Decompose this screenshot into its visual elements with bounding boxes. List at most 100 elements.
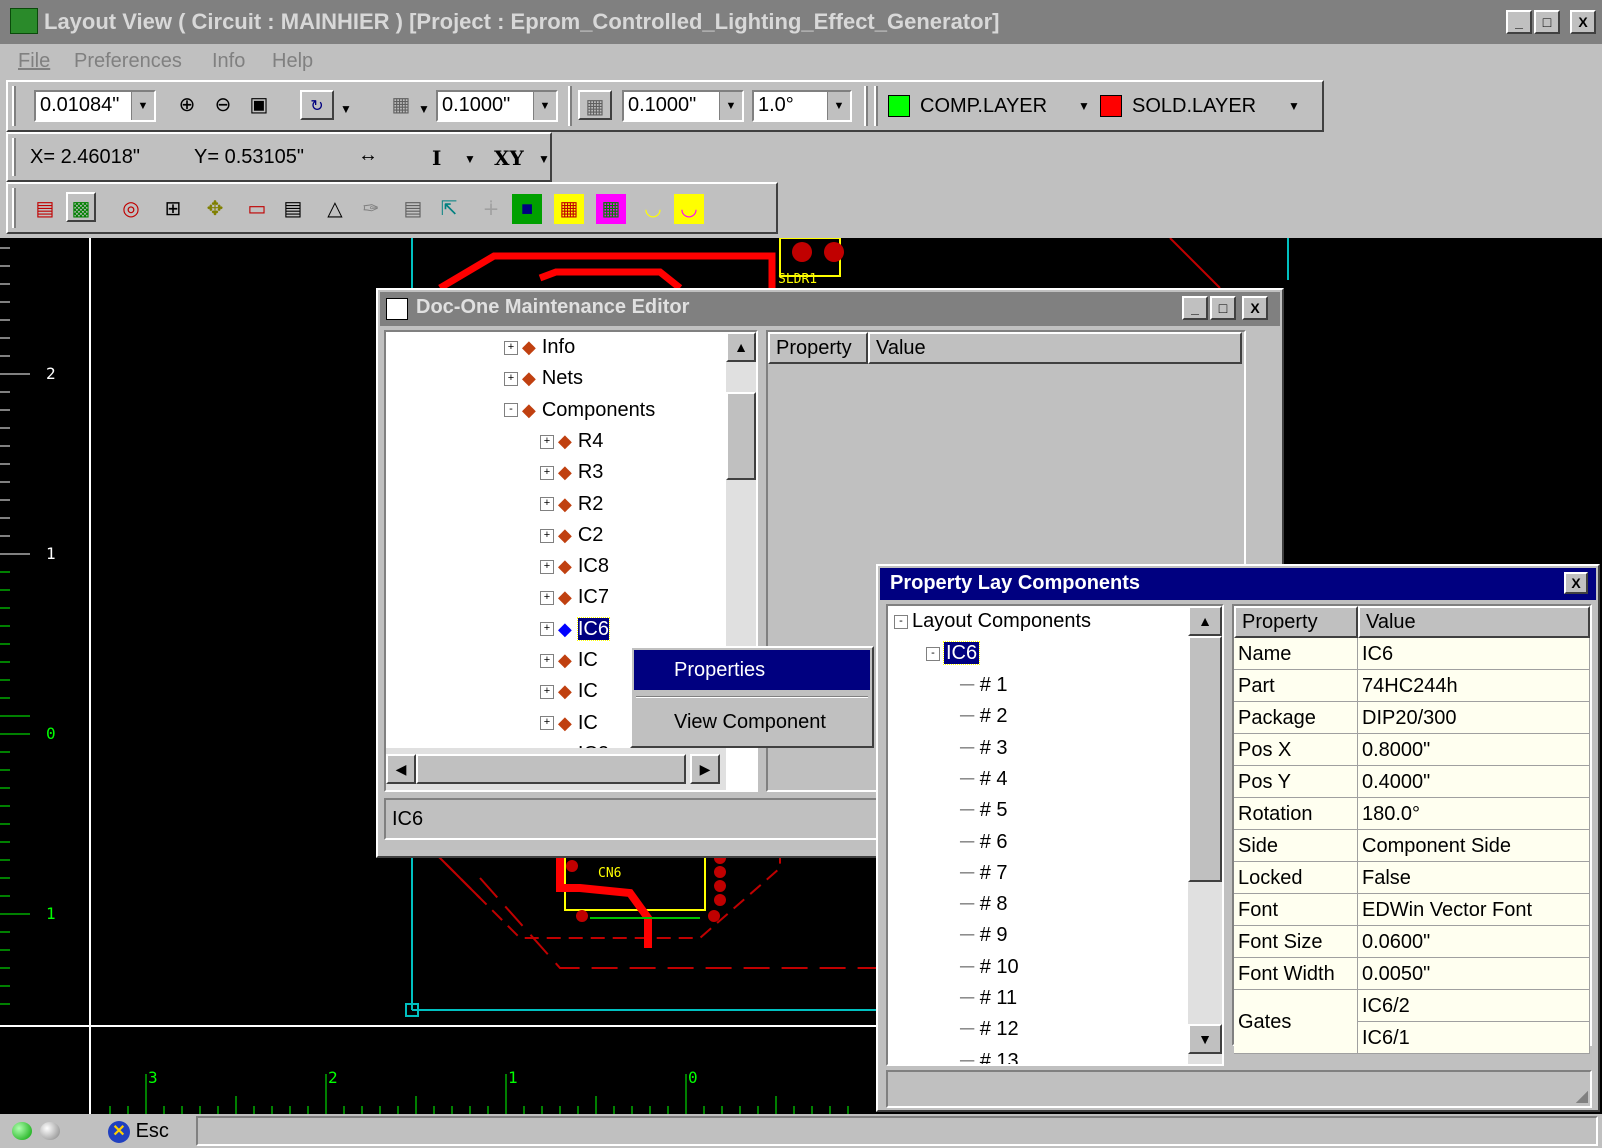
tree-item[interactable]: - ◆ Components — [504, 395, 655, 426]
angle-combo[interactable]: 1.0° ▼ — [752, 90, 852, 122]
grid-combo[interactable]: 0.1000" ▼ — [436, 90, 558, 122]
ratsnest-icon[interactable]: ∔ — [476, 194, 506, 224]
toolbar-grip[interactable] — [12, 188, 16, 228]
zoom-combo[interactable]: 0.01084" ▼ — [34, 90, 156, 122]
tree-item[interactable]: + ◆ IC — [540, 645, 598, 676]
property-value-cell[interactable]: 0.8000" — [1358, 734, 1590, 766]
layout-components-tree[interactable]: - Layout Components - IC6 ─ # 1 ─ # 2 ─ # 3 ─… — [886, 604, 1224, 1066]
toolbar-grip[interactable] — [12, 138, 16, 176]
scroll-thumb[interactable] — [1188, 636, 1222, 882]
grid-header-value[interactable]: Value — [868, 332, 1242, 364]
chevron-down-icon[interactable]: ▼ — [719, 92, 742, 120]
property-value-cell[interactable]: IC6 — [1358, 638, 1590, 670]
tree-hscrollbar[interactable]: ◀ ▶ — [386, 748, 726, 790]
snap-combo[interactable]: 0.1000" ▼ — [622, 90, 744, 122]
tree-item[interactable]: + ◆ R4 — [540, 426, 603, 457]
tree-item[interactable]: + ◆ IC — [540, 676, 598, 707]
component-place-icon[interactable]: ▩ — [66, 192, 96, 222]
scroll-up-arrow[interactable]: ▲ — [726, 332, 756, 362]
zoom-in-icon[interactable]: ⊕ — [172, 90, 202, 120]
tree-item[interactable]: + ◆ Info — [504, 332, 575, 363]
grid-header-property[interactable]: Property — [768, 332, 868, 364]
expand-icon[interactable]: + — [540, 465, 554, 480]
tree-vscrollbar[interactable]: ▲ ▼ — [1188, 606, 1222, 1064]
expand-icon[interactable]: + — [504, 372, 518, 387]
text-icon[interactable]: ▤ — [278, 194, 308, 224]
pin-item[interactable]: ─ # 4 — [960, 764, 1008, 795]
pin-item[interactable]: ─ # 10 — [960, 952, 1019, 983]
check-icon[interactable]: ▤ — [398, 194, 428, 224]
grid-icon[interactable]: ▦ — [386, 90, 416, 120]
property-value-cell[interactable]: False — [1358, 862, 1590, 894]
collapse-icon[interactable]: - — [926, 646, 940, 661]
tree-ic6-row[interactable]: - IC6 — [926, 638, 981, 669]
mirror-icon[interactable]: △ — [320, 194, 350, 224]
pin-item[interactable]: ─ # 8 — [960, 889, 1008, 920]
pin-item[interactable]: ─ # 7 — [960, 858, 1008, 889]
menu-file[interactable]: File — [18, 50, 50, 73]
scroll-down-arrow[interactable]: ▼ — [1188, 1024, 1222, 1054]
close-button[interactable]: X — [1242, 296, 1268, 320]
tree-root-row[interactable]: - Layout Components — [894, 606, 1091, 637]
chevron-down-icon[interactable]: ▼ — [538, 152, 550, 166]
pin-item[interactable]: ─ # 9 — [960, 920, 1008, 951]
snap-grid-icon[interactable]: ▦ — [578, 90, 612, 120]
tree-item[interactable]: + ◆ R3 — [540, 457, 603, 488]
scroll-left-arrow[interactable]: ◀ — [386, 754, 416, 784]
expand-icon[interactable]: + — [540, 653, 554, 668]
chevron-down-icon[interactable]: ▼ — [827, 92, 850, 120]
area-comp-icon[interactable]: ▦ — [554, 194, 584, 224]
tree-item[interactable]: + ◆ C2 — [540, 520, 603, 551]
maximize-button[interactable]: □ — [1210, 296, 1236, 320]
property-value-cell[interactable]: 74HC244h — [1358, 670, 1590, 702]
pin-item[interactable]: ─ # 3 — [960, 733, 1008, 764]
tree-item[interactable]: + ◆ IC — [540, 708, 598, 739]
curve-icon[interactable]: ◡ — [674, 194, 704, 224]
property-grid[interactable]: Property Value Name IC6 Part 74HC244h Packag… — [1232, 604, 1592, 1054]
zoom-window-icon[interactable]: ▣ — [244, 90, 274, 120]
expand-icon[interactable]: + — [540, 622, 554, 637]
via-icon[interactable]: ⊞ — [158, 194, 188, 224]
tree-item[interactable]: + ◆ Nets — [504, 363, 583, 394]
expand-icon[interactable]: + — [540, 528, 554, 543]
toolbar-grip[interactable] — [874, 86, 878, 126]
plane-icon[interactable]: ■ — [512, 194, 542, 224]
cursor-mode[interactable]: I — [432, 146, 441, 170]
chevron-down-icon[interactable]: ▼ — [464, 152, 476, 166]
chevron-down-icon[interactable]: ▼ — [533, 92, 556, 120]
toolbar-grip[interactable] — [568, 86, 572, 126]
tree-item[interactable]: + ◆ R2 — [540, 489, 603, 520]
tree-item[interactable]: + ◆ IC6 — [540, 614, 610, 645]
minimize-button[interactable]: _ — [1506, 10, 1532, 34]
comp-layer-select[interactable]: COMP.LAYER ▼ — [886, 90, 1094, 122]
pin-item[interactable]: ─ # 2 — [960, 701, 1008, 732]
property-value-cell[interactable]: Component Side — [1358, 830, 1590, 862]
resize-grip-icon[interactable]: ◢ — [1576, 1086, 1588, 1106]
close-button[interactable]: X — [1564, 572, 1588, 594]
close-button[interactable]: X — [1570, 10, 1596, 34]
toolbar-grip[interactable] — [864, 86, 868, 126]
scroll-thumb[interactable] — [726, 392, 756, 480]
route-icon[interactable]: ▭ — [242, 194, 272, 224]
property-value-cell[interactable]: EDWin Vector Font — [1358, 894, 1590, 926]
property-value-cell[interactable]: 180.0° — [1358, 798, 1590, 830]
menu-item-properties[interactable]: Properties — [634, 650, 870, 690]
expand-icon[interactable]: + — [540, 591, 554, 606]
scroll-up-arrow[interactable]: ▲ — [1188, 606, 1222, 636]
pin-item[interactable]: ─ # 5 — [960, 795, 1008, 826]
tree-item[interactable]: + ◆ IC7 — [540, 582, 609, 613]
pin-item[interactable]: ─ # 11 — [960, 983, 1017, 1014]
chevron-down-icon[interactable]: ▼ — [340, 102, 352, 116]
expand-icon[interactable]: + — [540, 685, 554, 700]
xy-mode[interactable]: XY — [494, 146, 524, 170]
property-panel-titlebar[interactable]: Property Lay Components X — [880, 568, 1596, 600]
collapse-icon[interactable]: - — [504, 403, 518, 418]
chevron-down-icon[interactable]: ▼ — [1078, 90, 1090, 122]
measure-tool-icon[interactable]: ✑ — [356, 194, 386, 224]
minimize-button[interactable]: _ — [1182, 296, 1208, 320]
select-icon[interactable]: ⇱ — [434, 194, 464, 224]
move-icon[interactable]: ✥ — [200, 194, 230, 224]
grid-header-property[interactable]: Property — [1234, 606, 1358, 638]
scroll-right-arrow[interactable]: ▶ — [690, 754, 720, 784]
menu-item-view-component[interactable]: View Component — [634, 702, 870, 742]
